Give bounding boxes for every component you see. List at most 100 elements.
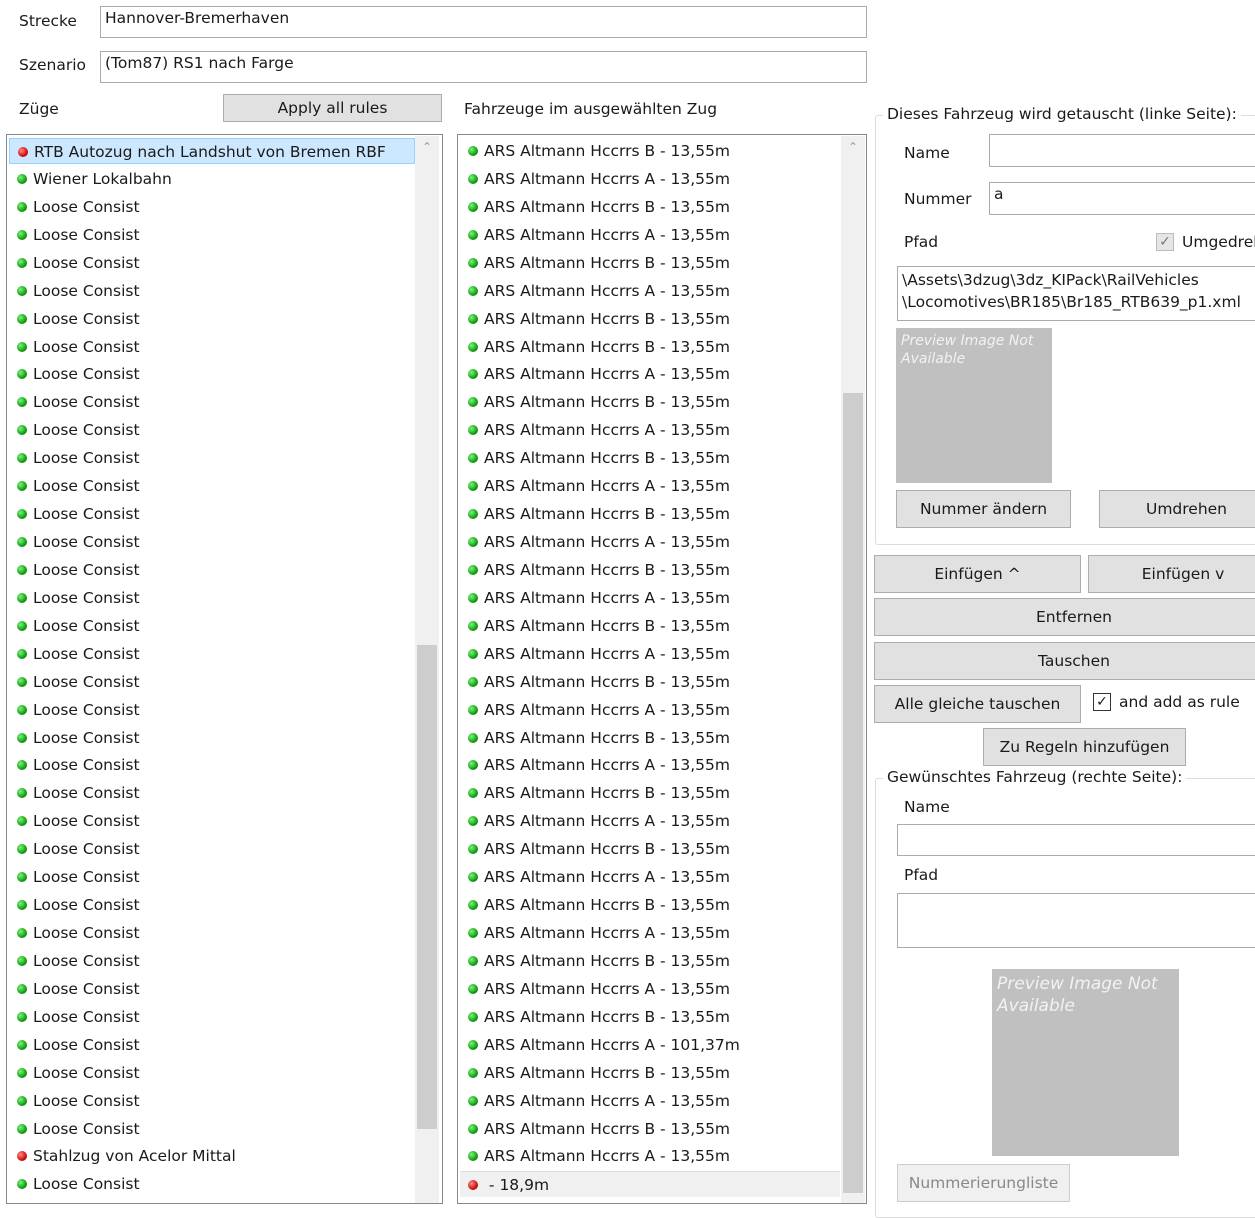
list-item[interactable]: ARS Altmann Hccrrs A - 13,55m <box>460 864 840 890</box>
right-pfad-field[interactable] <box>897 893 1255 948</box>
nummerierungliste-button[interactable]: Nummerierungliste <box>897 1164 1070 1202</box>
list-item[interactable]: Wiener Lokalbahn <box>9 166 415 192</box>
list-item[interactable]: ARS Altmann Hccrrs A - 13,55m <box>460 473 840 499</box>
list-item[interactable]: ARS Altmann Hccrrs A - 13,55m <box>460 278 840 304</box>
list-item[interactable]: ARS Altmann Hccrrs A - 13,55m <box>460 752 840 778</box>
list-item[interactable]: Loose Consist <box>9 417 415 443</box>
list-item[interactable]: Loose Consist <box>9 697 415 723</box>
list-item[interactable]: Loose Consist <box>9 1004 415 1030</box>
list-item[interactable]: ARS Altmann Hccrrs A - 13,55m <box>460 166 840 192</box>
list-item[interactable]: Loose Consist <box>9 250 415 276</box>
list-item[interactable]: ARS Altmann Hccrrs B - 13,55m <box>460 836 840 862</box>
list-item[interactable]: ARS Altmann Hccrrs A - 13,55m <box>460 1143 840 1169</box>
list-item[interactable]: Loose Consist <box>9 808 415 834</box>
list-item[interactable]: ARS Altmann Hccrrs B - 13,55m <box>460 725 840 751</box>
list-item[interactable]: Loose Consist <box>9 1088 415 1114</box>
list-item[interactable]: Loose Consist <box>9 278 415 304</box>
list-item[interactable]: ARS Altmann Hccrrs A - 13,55m <box>460 808 840 834</box>
list-item[interactable]: Loose Consist <box>9 389 415 415</box>
tauschen-button[interactable]: Tauschen <box>874 642 1255 680</box>
list-item[interactable]: ARS Altmann Hccrrs A - 13,55m <box>460 417 840 443</box>
strecke-field[interactable]: Hannover-Bremerhaven <box>100 6 867 38</box>
list-item[interactable]: ARS Altmann Hccrrs B - 13,55m <box>460 334 840 360</box>
einfuegen-up-button[interactable]: Einfügen ^ <box>874 555 1081 593</box>
name-field[interactable] <box>989 134 1255 167</box>
list-item[interactable]: ARS Altmann Hccrrs A - 13,55m <box>460 641 840 667</box>
list-item[interactable]: Loose Consist <box>9 1171 415 1197</box>
list-item[interactable]: Loose Consist <box>9 725 415 751</box>
list-item[interactable]: Loose Consist <box>9 976 415 1002</box>
scroll-up-icon[interactable]: ⌃ <box>415 140 439 154</box>
pfad-field[interactable]: \Assets\3dzug\3dz_KIPack\RailVehicles \Lo… <box>897 266 1255 321</box>
list-item[interactable]: Loose Consist <box>9 306 415 332</box>
list-item[interactable]: Loose Consist <box>9 334 415 360</box>
list-item[interactable]: Loose Consist <box>9 445 415 471</box>
list-item[interactable]: Loose Consist <box>9 585 415 611</box>
list-item[interactable]: ARS Altmann Hccrrs A - 13,55m <box>460 1088 840 1114</box>
list-item[interactable]: ARS Altmann Hccrrs A - 13,55m <box>460 361 840 387</box>
nummer-field[interactable]: a <box>989 182 1255 215</box>
list-item[interactable]: Loose Consist <box>9 780 415 806</box>
list-item[interactable]: ARS Altmann Hccrrs B - 13,55m <box>460 250 840 276</box>
szenario-field[interactable]: (Tom87) RS1 nach Farge <box>100 51 867 83</box>
list-item[interactable]: RTB Autozug nach Landshut von Bremen RBF <box>9 138 415 164</box>
list-item[interactable]: Loose Consist <box>9 641 415 667</box>
list-item[interactable]: Loose Consist <box>9 864 415 890</box>
list-item[interactable]: Loose Consist <box>9 194 415 220</box>
list-item[interactable]: - 18,9m <box>460 1171 840 1198</box>
scroll-up-icon[interactable]: ⌃ <box>841 140 865 154</box>
einfuegen-down-button[interactable]: Einfügen v <box>1088 555 1255 593</box>
zu-regeln-hinzufuegen-button[interactable]: Zu Regeln hinzufügen <box>983 728 1186 766</box>
list-item[interactable]: ARS Altmann Hccrrs A - 13,55m <box>460 920 840 946</box>
list-item[interactable]: Loose Consist <box>9 669 415 695</box>
list-item[interactable]: Loose Consist <box>9 1060 415 1086</box>
list-item[interactable]: Loose Consist <box>9 529 415 555</box>
list-item[interactable]: ARS Altmann Hccrrs B - 13,55m <box>460 613 840 639</box>
list-item[interactable]: ARS Altmann Hccrrs B - 13,55m <box>460 306 840 332</box>
list-item[interactable]: ARS Altmann Hccrrs B - 13,55m <box>460 948 840 974</box>
list-item[interactable]: Stahlzug von Acelor Mittal <box>9 1143 415 1169</box>
list-item[interactable]: ARS Altmann Hccrrs B - 13,55m <box>460 138 840 164</box>
list-item[interactable]: ARS Altmann Hccrrs B - 13,55m <box>460 445 840 471</box>
list-item[interactable]: ARS Altmann Hccrrs B - 13,55m <box>460 1004 840 1030</box>
scrollbar-thumb[interactable] <box>417 645 437 1129</box>
umdrehen-button[interactable]: Umdrehen <box>1099 490 1255 528</box>
list-item[interactable]: ARS Altmann Hccrrs B - 13,55m <box>460 501 840 527</box>
vehicles-scrollbar[interactable]: ⌃ <box>841 136 865 1203</box>
alle-gleiche-tauschen-button[interactable]: Alle gleiche tauschen <box>874 685 1081 723</box>
list-item[interactable]: Loose Consist <box>9 920 415 946</box>
list-item[interactable]: ARS Altmann Hccrrs A - 13,55m <box>460 222 840 248</box>
list-item[interactable]: ARS Altmann Hccrrs A - 13,55m <box>460 585 840 611</box>
list-item[interactable]: Loose Consist <box>9 752 415 778</box>
list-item[interactable]: Loose Consist <box>9 473 415 499</box>
list-item[interactable]: Loose Consist <box>9 613 415 639</box>
umgedreht-checkbox[interactable]: ✓ <box>1156 233 1174 251</box>
add-as-rule-checkbox[interactable]: ✓ <box>1093 693 1111 711</box>
list-item[interactable]: ARS Altmann Hccrrs B - 13,55m <box>460 1060 840 1086</box>
list-item[interactable]: Loose Consist <box>9 948 415 974</box>
trains-scrollbar[interactable]: ⌃ <box>415 136 439 1203</box>
list-item[interactable]: ARS Altmann Hccrrs B - 13,55m <box>460 194 840 220</box>
list-item[interactable]: Loose Consist <box>9 836 415 862</box>
list-item[interactable]: Loose Consist <box>9 501 415 527</box>
list-item[interactable]: Loose Consist <box>9 1116 415 1142</box>
apply-all-rules-button[interactable]: Apply all rules <box>223 94 442 122</box>
list-item[interactable]: ARS Altmann Hccrrs A - 101,37m <box>460 1032 840 1058</box>
list-item[interactable]: Loose Consist <box>9 892 415 918</box>
list-item[interactable]: Loose Consist <box>9 222 415 248</box>
scrollbar-thumb[interactable] <box>843 393 863 1193</box>
list-item[interactable]: ARS Altmann Hccrrs B - 13,55m <box>460 780 840 806</box>
trains-list[interactable]: Loose Consist Stahlzug von Acelor Mittal L… <box>6 134 443 1204</box>
list-item[interactable]: ARS Altmann Hccrrs A - 13,55m <box>460 976 840 1002</box>
list-item[interactable]: Loose Consist <box>9 557 415 583</box>
list-item[interactable]: ARS Altmann Hccrrs B - 13,55m <box>460 892 840 918</box>
vehicles-list[interactable]: - 18,9m ARS Altmann Hccrrs A - 13,55m ARS … <box>457 134 867 1204</box>
entfernen-button[interactable]: Entfernen <box>874 598 1255 636</box>
list-item[interactable]: ARS Altmann Hccrrs B - 13,55m <box>460 557 840 583</box>
nummer-aendern-button[interactable]: Nummer ändern <box>896 490 1071 528</box>
list-item[interactable]: ARS Altmann Hccrrs A - 13,55m <box>460 697 840 723</box>
list-item[interactable]: Loose Consist <box>9 1032 415 1058</box>
right-name-field[interactable] <box>897 824 1255 856</box>
list-item[interactable]: ARS Altmann Hccrrs B - 13,55m <box>460 389 840 415</box>
list-item[interactable]: ARS Altmann Hccrrs A - 13,55m <box>460 529 840 555</box>
